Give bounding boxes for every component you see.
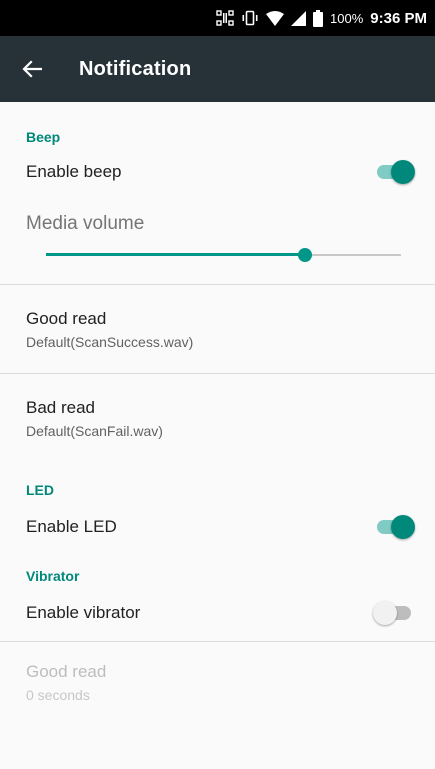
section-header-beep: Beep <box>26 129 61 145</box>
battery-icon <box>313 9 324 27</box>
scanner-icon <box>216 10 234 26</box>
enable-beep-row[interactable]: Enable beep <box>0 145 435 199</box>
slider-knob[interactable] <box>298 248 313 262</box>
beep-good-read-summary: Default(ScanSuccess.wav) <box>26 333 194 350</box>
vibrator-good-read-title: Good read <box>26 661 107 681</box>
vibrator-good-read-summary: 0 seconds <box>26 686 90 703</box>
enable-vibrator-row[interactable]: Enable vibrator <box>0 584 435 641</box>
vibrate-icon <box>241 10 259 26</box>
enable-beep-label: Enable beep <box>26 162 122 181</box>
status-bar: 100% 9:36 PM <box>0 0 435 36</box>
battery-percent: 100% <box>330 10 364 26</box>
arrow-back-icon[interactable] <box>22 56 48 82</box>
clock: 9:36 PM <box>370 9 427 27</box>
enable-led-switch[interactable] <box>375 515 415 539</box>
enable-beep-switch[interactable] <box>375 160 415 184</box>
section-header-vibrator: Vibrator <box>26 568 80 584</box>
media-volume-slider[interactable] <box>46 245 401 265</box>
slider-fill <box>46 253 306 256</box>
wifi-icon <box>266 10 285 26</box>
media-volume-row: Media volume <box>0 199 435 284</box>
switch-thumb <box>391 515 415 539</box>
section-header-led: LED <box>26 482 54 498</box>
switch-thumb <box>373 600 397 625</box>
beep-bad-read-title: Bad read <box>26 397 95 417</box>
beep-good-read-item[interactable]: Good read Default(ScanSuccess.wav) <box>0 285 435 373</box>
signal-icon <box>291 10 307 26</box>
beep-good-read-title: Good read <box>26 308 107 328</box>
beep-bad-read-item[interactable]: Bad read Default(ScanFail.wav) <box>0 374 435 462</box>
enable-led-label: Enable LED <box>26 517 117 536</box>
app-bar: Notification <box>0 36 435 102</box>
switch-thumb <box>391 160 415 184</box>
enable-vibrator-switch[interactable] <box>373 600 413 625</box>
media-volume-label: Media volume <box>26 213 145 234</box>
beep-bad-read-summary: Default(ScanFail.wav) <box>26 422 163 439</box>
vibrator-good-read-item[interactable]: Good read 0 seconds <box>0 642 435 722</box>
page-title: Notification <box>79 57 192 80</box>
enable-vibrator-label: Enable vibrator <box>26 602 141 622</box>
enable-led-row[interactable]: Enable LED <box>0 498 435 556</box>
